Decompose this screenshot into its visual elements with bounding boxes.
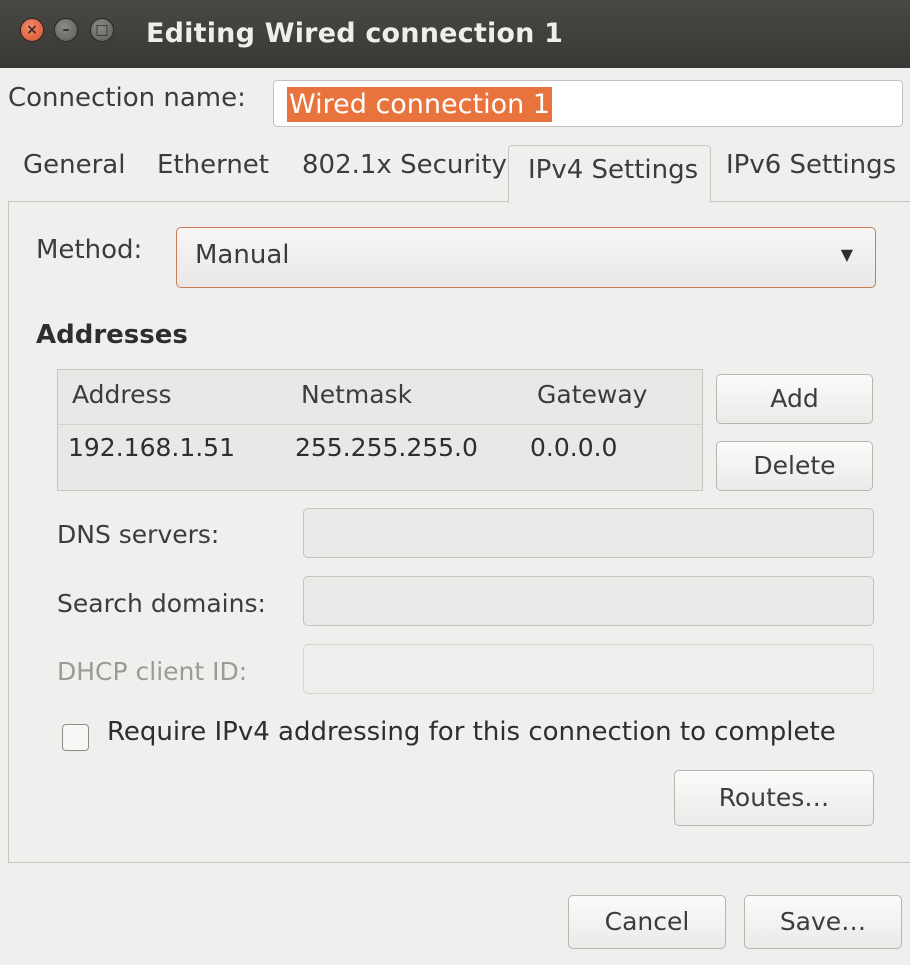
- window-titlebar: × – □ Editing Wired connection 1: [0, 0, 910, 68]
- cancel-button[interactable]: Cancel: [568, 895, 726, 949]
- connection-name-label: Connection name:: [8, 83, 246, 113]
- close-icon: ×: [26, 22, 38, 38]
- maximize-icon: □: [95, 22, 109, 38]
- column-header-address[interactable]: Address: [72, 380, 172, 409]
- delete-button[interactable]: Delete: [716, 441, 873, 491]
- tab-ethernet[interactable]: Ethernet: [157, 150, 269, 180]
- search-domains-input[interactable]: [303, 576, 874, 626]
- tab-8021x-security[interactable]: 802.1x Security: [302, 150, 507, 180]
- search-domains-label: Search domains:: [57, 589, 266, 618]
- close-button[interactable]: ×: [20, 18, 44, 42]
- require-ipv4-label[interactable]: Require IPv4 addressing for this connect…: [107, 717, 836, 747]
- addresses-heading: Addresses: [36, 320, 188, 350]
- column-header-gateway[interactable]: Gateway: [537, 380, 647, 409]
- dialog-body: Connection name: Wired connection 1 Gene…: [0, 68, 910, 965]
- minimize-button[interactable]: –: [54, 18, 78, 42]
- tab-ipv6-settings[interactable]: IPv6 Settings: [726, 150, 896, 180]
- addresses-header-row: Address Netmask Gateway: [58, 370, 702, 425]
- tab-general[interactable]: General: [23, 150, 125, 180]
- method-label: Method:: [36, 235, 143, 265]
- connection-name-value: Wired connection 1: [287, 87, 552, 122]
- minimize-icon: –: [62, 22, 70, 38]
- method-value: Manual: [195, 240, 290, 270]
- connection-name-input[interactable]: Wired connection 1: [273, 80, 903, 127]
- dhcp-client-id-input[interactable]: [303, 644, 874, 694]
- require-ipv4-checkbox[interactable]: [62, 724, 89, 751]
- dns-servers-label: DNS servers:: [57, 520, 220, 549]
- netmask-cell[interactable]: 255.255.255.0: [295, 433, 478, 462]
- addresses-table[interactable]: Address Netmask Gateway 192.168.1.51 255…: [57, 369, 703, 491]
- routes-button[interactable]: Routes…: [674, 770, 874, 826]
- column-header-netmask[interactable]: Netmask: [301, 380, 412, 409]
- method-dropdown[interactable]: Manual ▼: [176, 227, 876, 288]
- dhcp-client-id-label: DHCP client ID:: [57, 657, 248, 686]
- gateway-cell[interactable]: 0.0.0.0: [530, 433, 617, 462]
- tab-ipv4-settings[interactable]: IPv4 Settings: [508, 145, 711, 203]
- address-cell[interactable]: 192.168.1.51: [68, 433, 235, 462]
- save-button[interactable]: Save…: [744, 895, 902, 949]
- dns-servers-input[interactable]: [303, 508, 874, 558]
- add-button[interactable]: Add: [716, 374, 873, 424]
- chevron-down-icon: ▼: [840, 245, 853, 264]
- maximize-button[interactable]: □: [90, 18, 114, 42]
- window-title: Editing Wired connection 1: [146, 18, 564, 49]
